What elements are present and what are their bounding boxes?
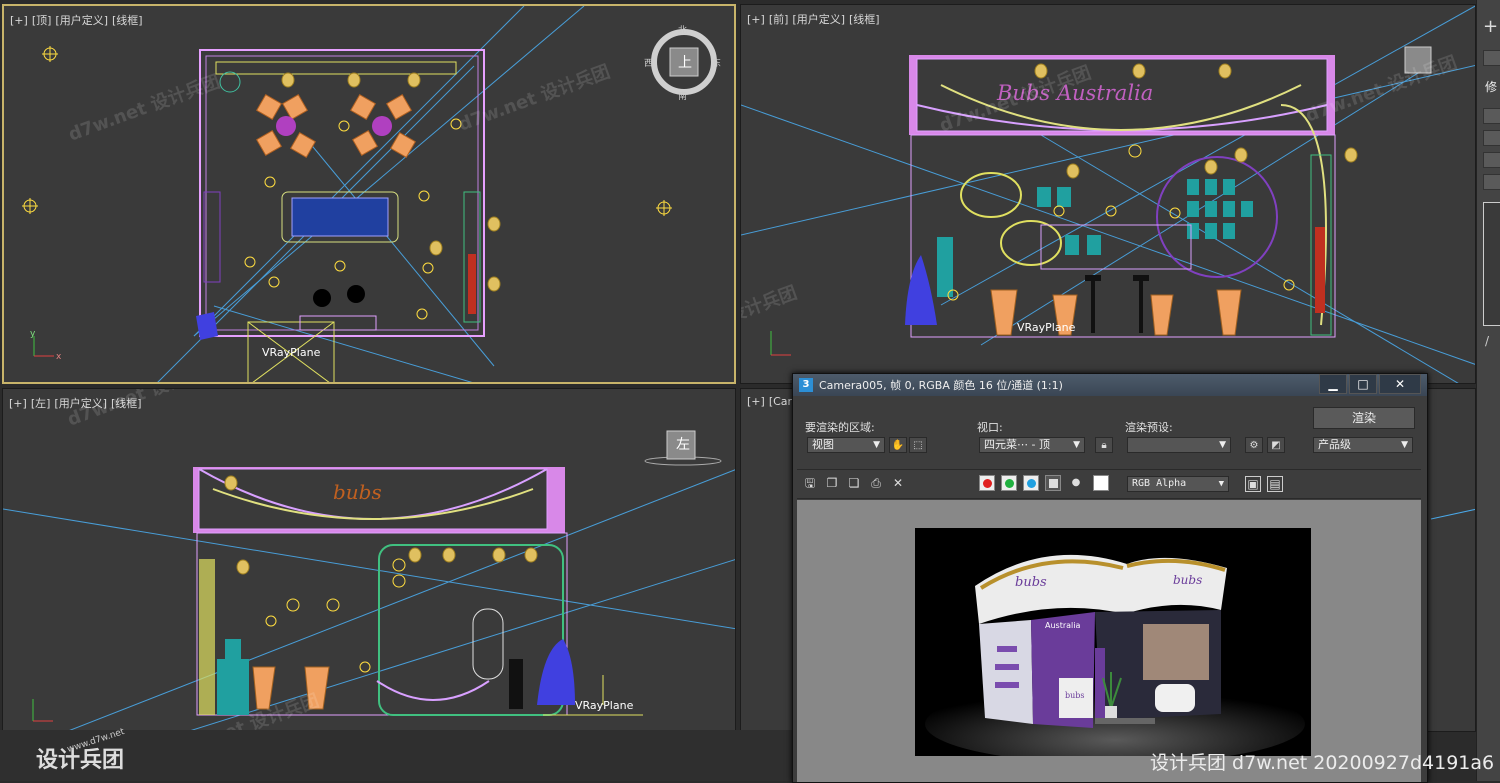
viewport-camera-label[interactable]: [+] [Can bbox=[747, 395, 799, 408]
left-wireframe: bubs bbox=[3, 430, 735, 731]
maximize-button[interactable]: □ bbox=[1349, 374, 1377, 394]
toggle-ui-overlay-icon[interactable]: ▣ bbox=[1245, 476, 1261, 492]
render-settings-form: 要渲染的区域: 视图 ▼ ✋ ⬚ 视口: 四元菜⋯ - 顶 ▼ 🔒︎ 渲染预设: ▼… bbox=[797, 401, 1297, 463]
nav-cube-top[interactable]: 上 bbox=[672, 50, 698, 76]
svg-text:y: y bbox=[30, 329, 36, 339]
viewport-shading-mode[interactable]: [线框] bbox=[112, 14, 143, 27]
object-label-vrayplane: VRayPlane bbox=[575, 699, 634, 712]
svg-text:bubs: bubs bbox=[1065, 691, 1085, 700]
red-channel-toggle[interactable] bbox=[979, 475, 995, 491]
nav-cube-left[interactable]: 左 bbox=[669, 431, 697, 459]
viewport-front[interactable]: [+] [前] [用户定义] [线框] Bubs Australia VRayPlan… bbox=[740, 4, 1476, 384]
viewport-view-name[interactable]: [前] bbox=[769, 13, 789, 26]
area-to-render-label: 要渲染的区域: bbox=[805, 421, 875, 434]
object-label-vrayplane: VRayPlane bbox=[1017, 321, 1076, 334]
viewport-front-label[interactable]: [+] [前] [用户定义] [线框] bbox=[747, 11, 884, 27]
display-channel-dropdown[interactable]: RGB Alpha ▼ bbox=[1127, 476, 1229, 492]
print-icon[interactable]: ⎙ bbox=[869, 476, 883, 490]
viewport-menu-plus[interactable]: [+] bbox=[747, 13, 765, 26]
rendered-image: bubs bubs Australia bubs bbox=[915, 528, 1311, 756]
viewport-menu-plus[interactable]: [+] bbox=[10, 14, 28, 27]
render-setup-icon[interactable]: ⚙ bbox=[1245, 437, 1263, 453]
display-channel-value: RGB Alpha bbox=[1132, 478, 1187, 489]
top-wireframe: y x bbox=[22, 6, 717, 382]
viewport-camera-type[interactable]: [用户定义] bbox=[55, 14, 108, 27]
viewport-top[interactable]: y x [+] [顶] [用户定义] [线框] 上 北 南 东 西 VRayPlane… bbox=[2, 4, 736, 384]
viewport-view-name[interactable]: [Can bbox=[769, 395, 795, 408]
viewport-shading-mode[interactable]: [线框] bbox=[849, 13, 880, 26]
lock-icon[interactable]: 🔒︎ bbox=[1095, 437, 1113, 453]
panel-button[interactable] bbox=[1483, 174, 1500, 190]
blue-channel-icon bbox=[1027, 479, 1036, 488]
front-wireframe bbox=[741, 5, 1475, 383]
green-channel-icon bbox=[1005, 479, 1014, 488]
red-channel-icon bbox=[983, 479, 992, 488]
area-to-render-value: 视图 bbox=[812, 438, 834, 451]
panel-button[interactable] bbox=[1483, 152, 1500, 168]
blue-channel-toggle[interactable] bbox=[1023, 475, 1039, 491]
render-button[interactable]: 渲染 bbox=[1313, 407, 1415, 429]
render-frame-canvas[interactable]: bubs bubs Australia bubs bbox=[797, 500, 1421, 782]
viewport-label: 视口: bbox=[977, 421, 1003, 434]
render-preset-dropdown[interactable]: ▼ bbox=[1127, 437, 1231, 453]
command-panel[interactable]: + 修 / bbox=[1476, 0, 1500, 781]
toggle-ui-icon[interactable]: ▤ bbox=[1267, 476, 1283, 492]
modify-tab[interactable]: 修 bbox=[1485, 78, 1497, 95]
mono-icon[interactable]: ● bbox=[1069, 476, 1083, 490]
modifier-stack[interactable] bbox=[1483, 202, 1500, 326]
area-to-render-dropdown[interactable]: 视图 ▼ bbox=[807, 437, 885, 453]
viewport-top-label[interactable]: [+] [顶] [用户定义] [线框] bbox=[10, 12, 147, 28]
green-channel-toggle[interactable] bbox=[1001, 475, 1017, 491]
clone-window-icon[interactable]: ❏ bbox=[847, 476, 861, 490]
panel-button[interactable] bbox=[1483, 130, 1500, 146]
panel-button[interactable] bbox=[1483, 108, 1500, 124]
minimize-button[interactable]: ▁ bbox=[1319, 374, 1347, 394]
panel-button[interactable] bbox=[1483, 50, 1500, 66]
viewport-view-name[interactable]: [顶] bbox=[32, 14, 52, 27]
pin-icon[interactable]: / bbox=[1485, 334, 1489, 348]
compass-west: 西 bbox=[644, 59, 654, 69]
svg-text:bubs: bubs bbox=[333, 480, 382, 504]
copy-icon[interactable]: ❐ bbox=[825, 476, 839, 490]
svg-text:bubs: bubs bbox=[1173, 573, 1202, 587]
render-quality-dropdown[interactable]: 产品级 ▼ bbox=[1313, 437, 1413, 453]
close-button[interactable]: ✕ bbox=[1379, 374, 1421, 394]
color-swatch[interactable] bbox=[1093, 475, 1109, 491]
svg-text:Australia: Australia bbox=[1045, 621, 1080, 630]
render-quality-value: 产品级 bbox=[1318, 438, 1351, 451]
viewport-menu-plus[interactable]: [+] bbox=[9, 397, 27, 410]
clear-icon[interactable]: ✕ bbox=[891, 476, 905, 490]
viewport-left[interactable]: bubs [+] [左] [用户定义] [线框] 左 VRayPlane d7w.n bbox=[2, 388, 736, 732]
svg-text:bubs: bubs bbox=[1015, 575, 1047, 590]
alpha-channel-toggle[interactable] bbox=[1045, 475, 1061, 491]
rendered-booth: bubs bubs Australia bubs bbox=[915, 528, 1311, 756]
region-select-icon[interactable]: ⬚ bbox=[909, 437, 927, 453]
render-preset-label: 渲染预设: bbox=[1125, 421, 1173, 434]
viewport-menu-plus[interactable]: [+] bbox=[747, 395, 765, 408]
create-plus-icon[interactable]: + bbox=[1483, 16, 1498, 37]
compass-south: 南 bbox=[678, 92, 688, 102]
viewport-view-name[interactable]: [左] bbox=[31, 397, 51, 410]
compass-east: 东 bbox=[712, 59, 722, 69]
viewport-camera-type[interactable]: [用户定义] bbox=[792, 13, 845, 26]
render-frame-window[interactable]: 3 Camera005, 帧 0, RGBA 颜色 16 位/通道 (1:1) … bbox=[792, 373, 1428, 783]
watermark-caption: 设计兵团 d7w.net 20200927d4191a6 bbox=[1150, 752, 1495, 774]
3dsmax-app-icon: 3 bbox=[799, 378, 813, 392]
window-title-bar[interactable]: 3 Camera005, 帧 0, RGBA 颜色 16 位/通道 (1:1) … bbox=[793, 374, 1427, 396]
compass-north: 北 bbox=[678, 26, 688, 36]
environment-effects-icon[interactable]: ◩ bbox=[1267, 437, 1285, 453]
window-title: Camera005, 帧 0, RGBA 颜色 16 位/通道 (1:1) bbox=[819, 379, 1063, 392]
save-icon[interactable]: 🖫︎ bbox=[803, 476, 817, 490]
svg-text:x: x bbox=[56, 352, 62, 362]
viewport-value: 四元菜⋯ - 顶 bbox=[984, 438, 1050, 451]
object-label-vrayplane: VRayPlane bbox=[262, 346, 321, 359]
viewport-dropdown[interactable]: 四元菜⋯ - 顶 ▼ bbox=[979, 437, 1085, 453]
pan-hand-icon[interactable]: ✋ bbox=[889, 437, 907, 453]
alpha-channel-icon bbox=[1049, 479, 1058, 488]
render-frame-toolbar: 🖫︎ ❐ ❏ ⎙ ✕ ● RGB Alpha ▼ ▣ ▤ bbox=[797, 469, 1421, 499]
